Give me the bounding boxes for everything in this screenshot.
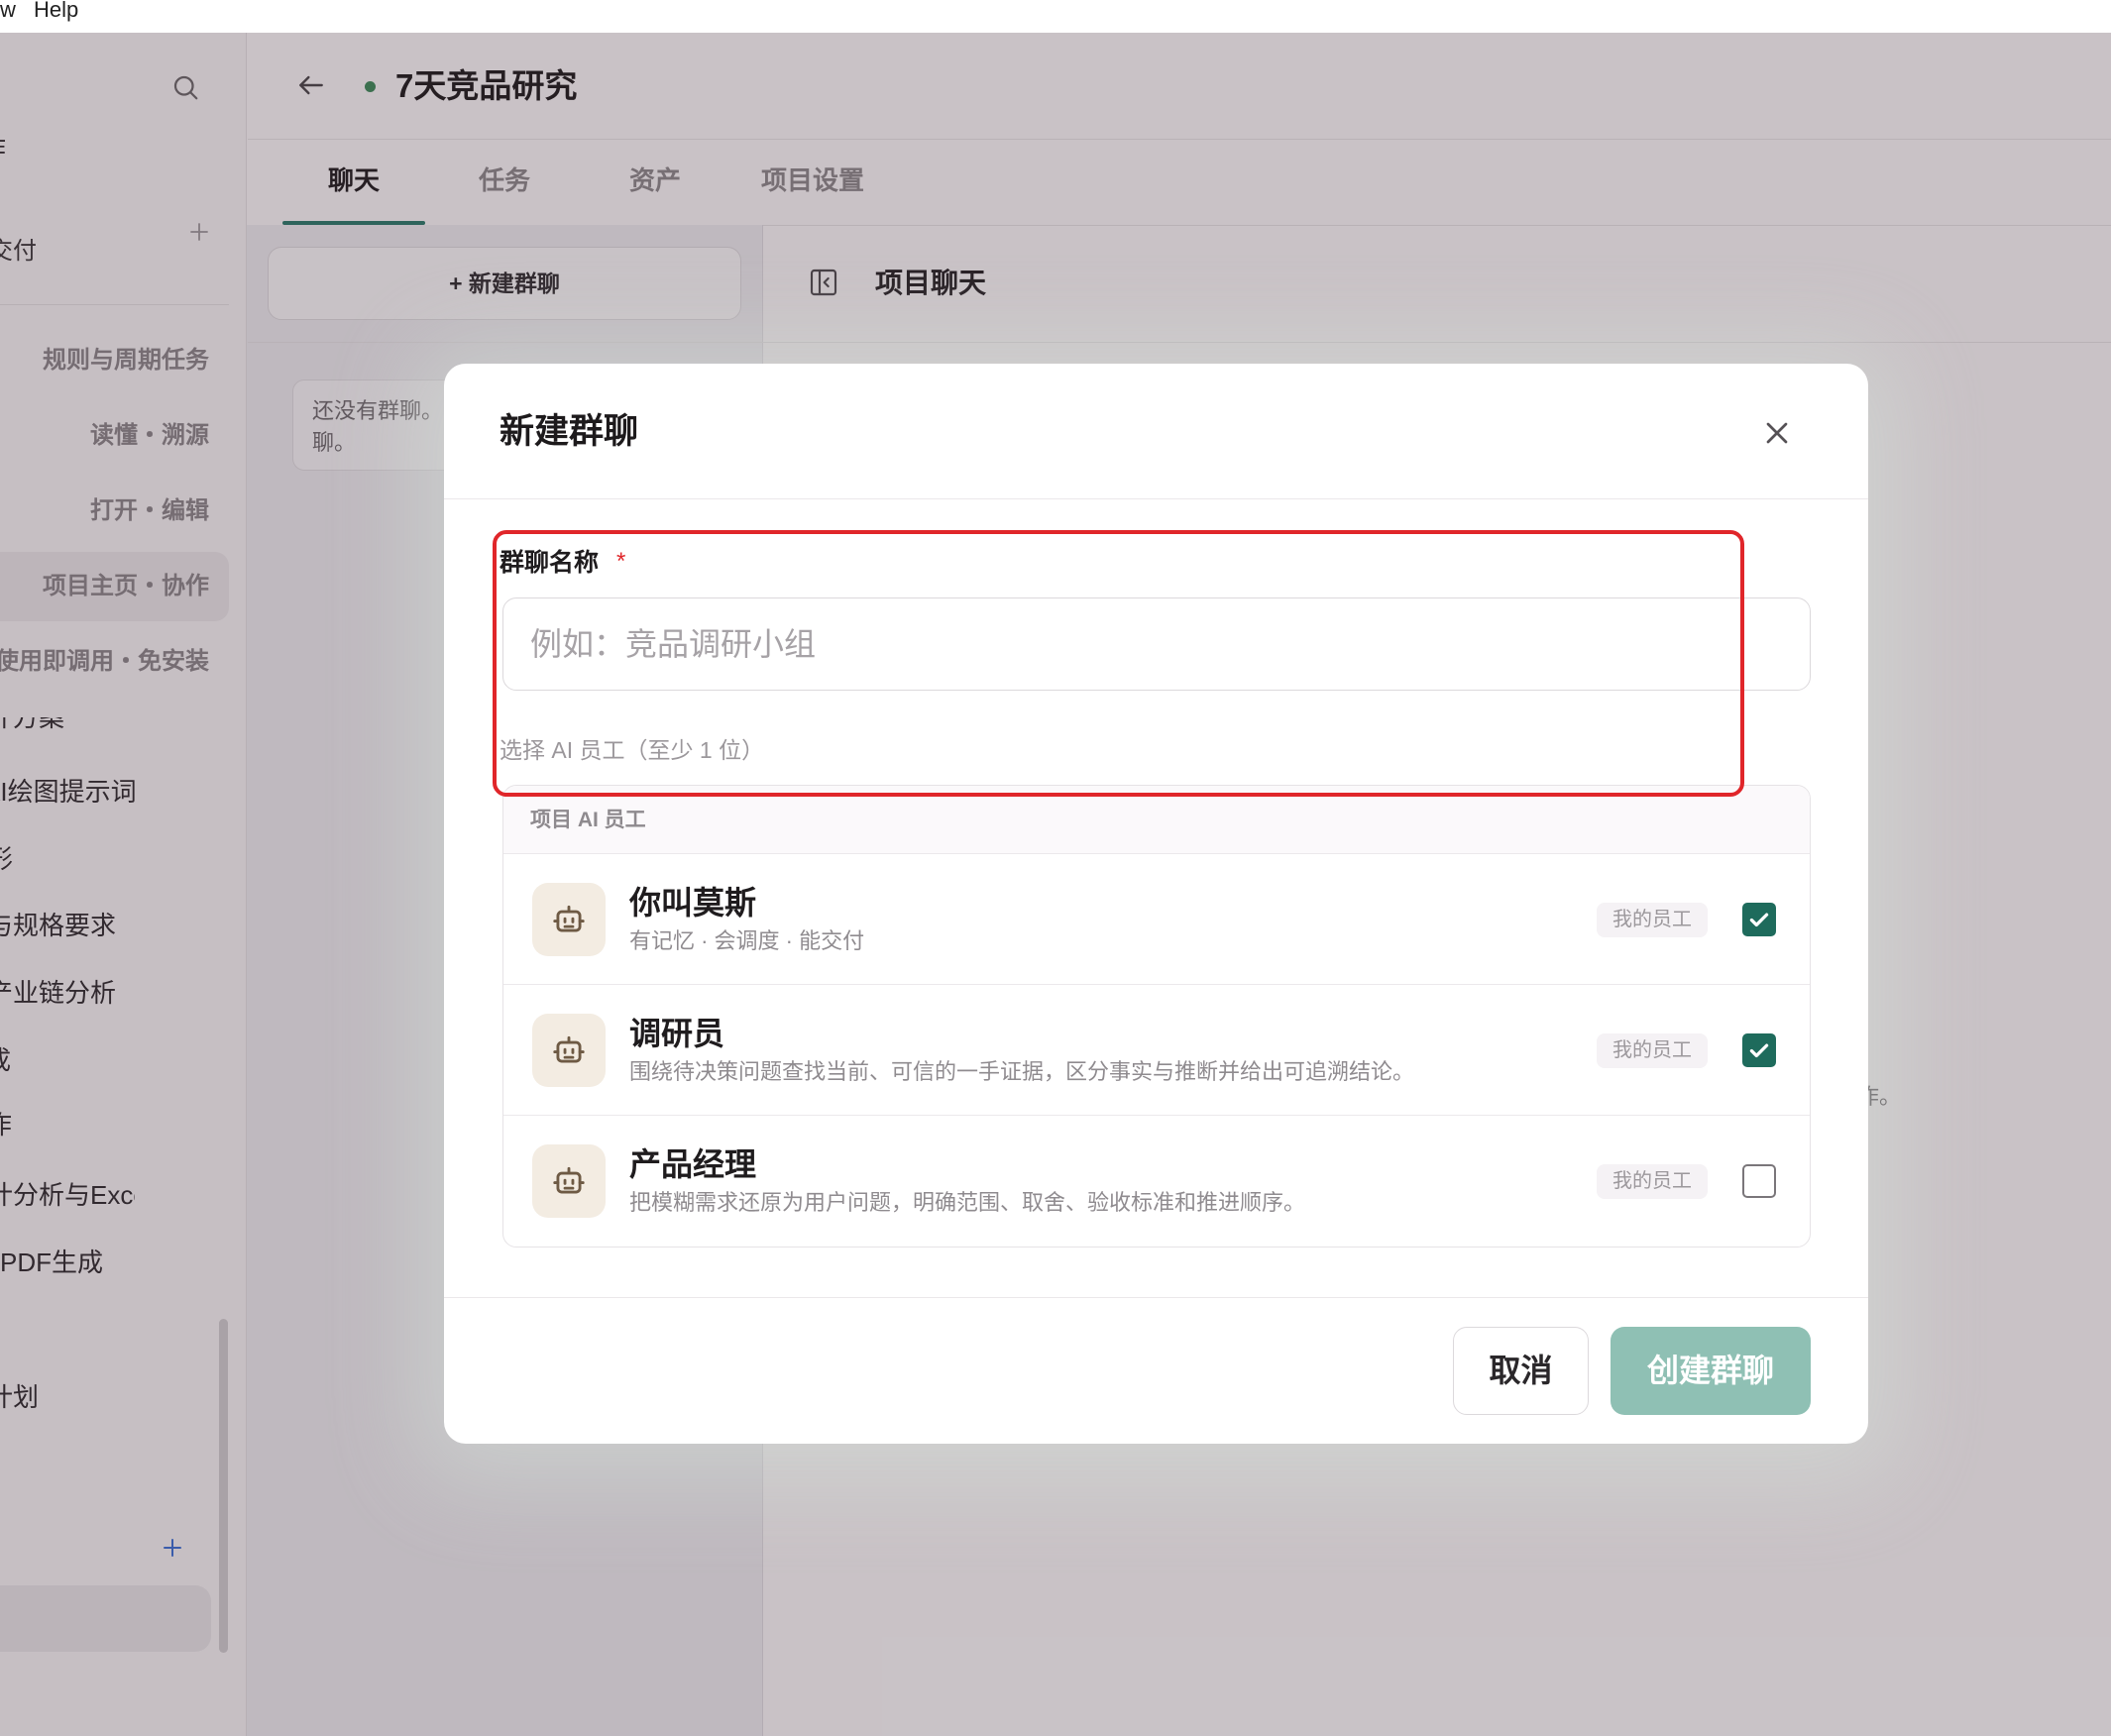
employee-description: 围绕待决策问题查找当前、可信的一手证据，区分事实与推断并给出可追溯结论。 <box>629 1059 1415 1084</box>
robot-icon <box>553 1035 585 1063</box>
employee-row[interactable]: 调研员 围绕待决策问题查找当前、可信的一手证据，区分事实与推断并给出可追溯结论。… <box>503 985 1810 1116</box>
employee-name: 产品经理 <box>629 1146 757 1182</box>
create-group-chat-button[interactable]: 创建群聊 <box>1611 1327 1811 1415</box>
menu-help[interactable]: Help <box>34 0 78 23</box>
required-mark: * <box>616 548 626 575</box>
employee-description: 把模糊需求还原为用户问题，明确范围、取舍、验收标准和推进顺序。 <box>629 1190 1306 1215</box>
menu-view[interactable]: w <box>0 0 16 23</box>
employee-row[interactable]: 产品经理 把模糊需求还原为用户问题，明确范围、取舍、验收标准和推进顺序。 我的员… <box>503 1116 1810 1247</box>
new-group-chat-dialog: 新建群聊 群聊名称 * 选择 AI 员工（至少 1 位） 项目 AI 员工 你叫… <box>444 364 1868 1444</box>
employee-checkbox[interactable] <box>1742 1164 1776 1198</box>
employee-name: 你叫莫斯 <box>629 885 757 921</box>
employee-description: 有记忆 · 会调度 · 能交付 <box>629 928 865 953</box>
group-name-input[interactable] <box>502 597 1811 691</box>
employee-badge: 我的员工 <box>1597 1033 1708 1068</box>
dialog-header-divider <box>444 498 1868 499</box>
robot-icon <box>553 1166 585 1194</box>
close-icon[interactable] <box>1759 415 1795 451</box>
avatar <box>532 883 606 956</box>
employee-list: 项目 AI 员工 你叫莫斯 有记忆 · 会调度 · 能交付 我的员工 调研员 围… <box>502 785 1811 1248</box>
employee-checkbox[interactable] <box>1742 1033 1776 1067</box>
dialog-title: 新建群聊 <box>500 412 639 451</box>
employee-badge: 我的员工 <box>1597 1164 1708 1199</box>
employee-badge: 我的员工 <box>1597 903 1708 937</box>
avatar <box>532 1144 606 1218</box>
group-name-label: 群聊名称 <box>500 549 600 577</box>
check-icon <box>1749 913 1769 927</box>
employee-row[interactable]: 你叫莫斯 有记忆 · 会调度 · 能交付 我的员工 <box>503 854 1810 985</box>
employee-checkbox[interactable] <box>1742 903 1776 936</box>
robot-icon <box>553 905 585 932</box>
menu-bar: w Help <box>0 0 2111 33</box>
employee-name: 调研员 <box>629 1016 725 1051</box>
employee-list-header: 项目 AI 员工 <box>503 786 1810 854</box>
avatar <box>532 1014 606 1087</box>
employee-select-hint: 选择 AI 员工（至少 1 位） <box>500 737 765 763</box>
cancel-button[interactable]: 取消 <box>1453 1327 1589 1415</box>
check-icon <box>1749 1043 1769 1058</box>
dialog-footer-divider <box>444 1297 1868 1298</box>
